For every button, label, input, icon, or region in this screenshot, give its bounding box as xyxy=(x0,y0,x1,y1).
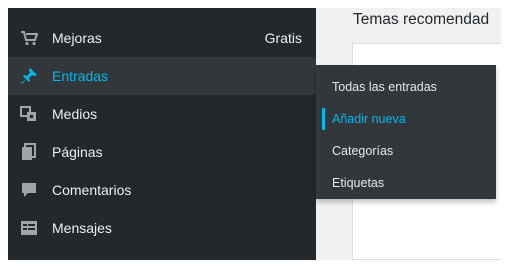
menu-item-label: Comentarios xyxy=(52,182,132,198)
submenu-item-anadir-nueva[interactable]: Añadir nueva xyxy=(316,105,496,133)
page-title: Temas recomendad xyxy=(353,11,490,28)
submenu-item-label: Añadir nueva xyxy=(332,112,406,126)
menu-item-entradas[interactable]: Entradas xyxy=(8,57,316,95)
current-indicator xyxy=(322,108,325,130)
menu-item-label: Mensajes xyxy=(52,220,112,236)
submenu-item-etiquetas[interactable]: Etiquetas xyxy=(316,169,496,197)
menu-item-label: Entradas xyxy=(52,68,109,84)
cart-icon xyxy=(18,27,40,49)
menu-item-label: Mejoras xyxy=(52,30,102,46)
pin-icon xyxy=(18,65,40,87)
menu-item-comentarios[interactable]: Comentarios xyxy=(8,171,316,209)
flyout-arrow xyxy=(308,74,316,90)
menu-item-mensajes[interactable]: Mensajes xyxy=(8,209,316,247)
menu-item-paginas[interactable]: Páginas xyxy=(8,133,316,171)
menu-item-label: Páginas xyxy=(52,144,103,160)
admin-sidebar: Mejoras Gratis Entradas Medios Páginas C… xyxy=(8,8,316,260)
media-icon xyxy=(18,103,40,125)
gratis-label: Gratis xyxy=(264,30,302,46)
pages-icon xyxy=(18,141,40,163)
comment-icon xyxy=(18,179,40,201)
entradas-submenu: Todas las entradas Añadir nueva Categorí… xyxy=(316,65,496,199)
messages-icon xyxy=(18,217,40,239)
menu-item-mejoras[interactable]: Mejoras Gratis xyxy=(8,19,316,57)
menu-item-label: Medios xyxy=(52,106,98,122)
menu-item-medios[interactable]: Medios xyxy=(8,95,316,133)
submenu-item-todas[interactable]: Todas las entradas xyxy=(316,73,496,101)
admin-frame: Temas recomendad Mejoras Gratis Entradas xyxy=(8,8,501,260)
submenu-item-categorias[interactable]: Categorías xyxy=(316,137,496,165)
